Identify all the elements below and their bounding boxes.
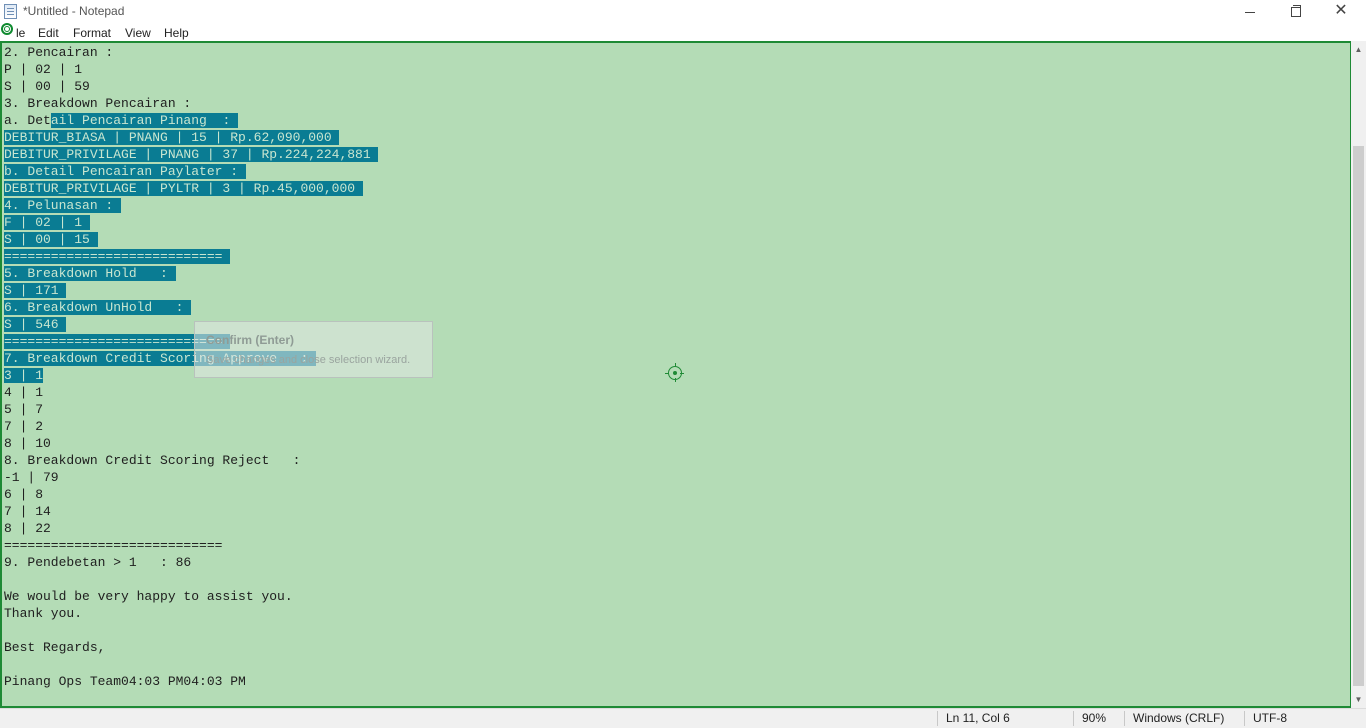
status-position: Ln 11, Col 6 [946,711,1010,725]
text-line: 3. Breakdown Pencairan : [4,96,192,111]
text-line [4,622,378,639]
text-line: 9. Pendebetan > 1 : 86 [4,555,192,570]
text-line: 4 | 1 [4,385,44,400]
text-line: 5 | 7 [4,402,44,417]
text-line: DEBITUR_PRIVILAGE | PNANG | 37 | Rp.224,… [4,147,379,162]
text-line: -1 | 79 [4,470,59,485]
menu-format[interactable]: Format [73,26,111,40]
crosshair-target-icon [665,363,684,382]
tooltip-description: Save changes and close selection wizard. [206,354,411,366]
notepad-icon [4,4,17,19]
text-line: 8 | 10 [4,436,51,451]
menu-view[interactable]: View [125,26,151,40]
status-divider [1124,711,1125,726]
text-line: 7 | 14 [4,504,51,519]
text-line: 8. Breakdown Credit Scoring Reject : [4,453,301,468]
menu-edit[interactable]: Edit [38,26,59,40]
text-line: We would be very happy to assist you. [4,589,293,604]
text-line: F | 02 | 1 [4,215,90,230]
text-line: ============================ [4,249,231,264]
status-zoom: 90% [1082,711,1107,725]
text-line: a. Detail Pencairan Pinang : [4,113,239,128]
title-bar: *Untitled - Notepad ✕ [0,0,1366,24]
text-line: Best Regards, [4,640,106,655]
restore-button[interactable] [1273,0,1319,24]
scroll-down-icon[interactable]: ▼ [1351,691,1366,708]
vertical-scrollbar[interactable]: ▲ ▼ [1351,41,1366,708]
text-line: S | 00 | 15 [4,232,98,247]
text-line: P | 02 | 1 [4,62,83,77]
text-line: Pinang Ops Team04:03 PM04:03 PM [4,674,246,689]
menu-bar: le Edit Format View Help [0,24,1366,42]
scroll-thumb[interactable] [1353,146,1364,686]
close-icon: ✕ [1334,2,1348,19]
text-line: DEBITUR_PRIVILAGE | PYLTR | 3 | Rp.45,00… [4,181,363,196]
text-line: DEBITUR_BIASA | PNANG | 15 | Rp.62,090,0… [4,130,340,145]
confirm-tooltip: Confirm (Enter) Save changes and close s… [194,321,433,378]
status-encoding: UTF-8 [1253,711,1287,725]
text-line: 6 | 8 [4,487,44,502]
text-line: S | 171 [4,283,67,298]
minimize-icon [1245,11,1255,13]
tooltip-title: Confirm (Enter) [206,333,294,347]
text-line [4,571,378,588]
text-line: 4. Pelunasan : [4,198,122,213]
text-line: 2. Pencairan : [4,45,114,60]
restore-icon [1291,5,1301,18]
text-line: S | 00 | 59 [4,79,90,94]
menu-help[interactable]: Help [164,26,189,40]
scroll-up-icon[interactable]: ▲ [1351,41,1366,58]
minimize-button[interactable] [1227,0,1273,24]
status-line-ending: Windows (CRLF) [1133,711,1225,725]
status-divider [937,711,938,726]
text-line [4,656,378,673]
text-line: 5. Breakdown Hold : [4,266,176,281]
status-bar: Ln 11, Col 6 90% Windows (CRLF) UTF-8 [0,708,1366,728]
target-logo-icon[interactable] [1,23,13,35]
close-button[interactable]: ✕ [1318,0,1364,24]
status-divider [1244,711,1245,726]
text-line: b. Detail Pencairan Paylater : [4,164,246,179]
status-divider [1073,711,1074,726]
text-line: ============================ [4,538,223,553]
text-line: 8 | 22 [4,521,51,536]
text-line: 7 | 2 [4,419,44,434]
menu-file[interactable]: le [16,26,25,40]
window-title: *Untitled - Notepad [23,4,125,18]
text-line: 6. Breakdown UnHold : [4,300,192,315]
text-line: Thank you. [4,606,83,621]
